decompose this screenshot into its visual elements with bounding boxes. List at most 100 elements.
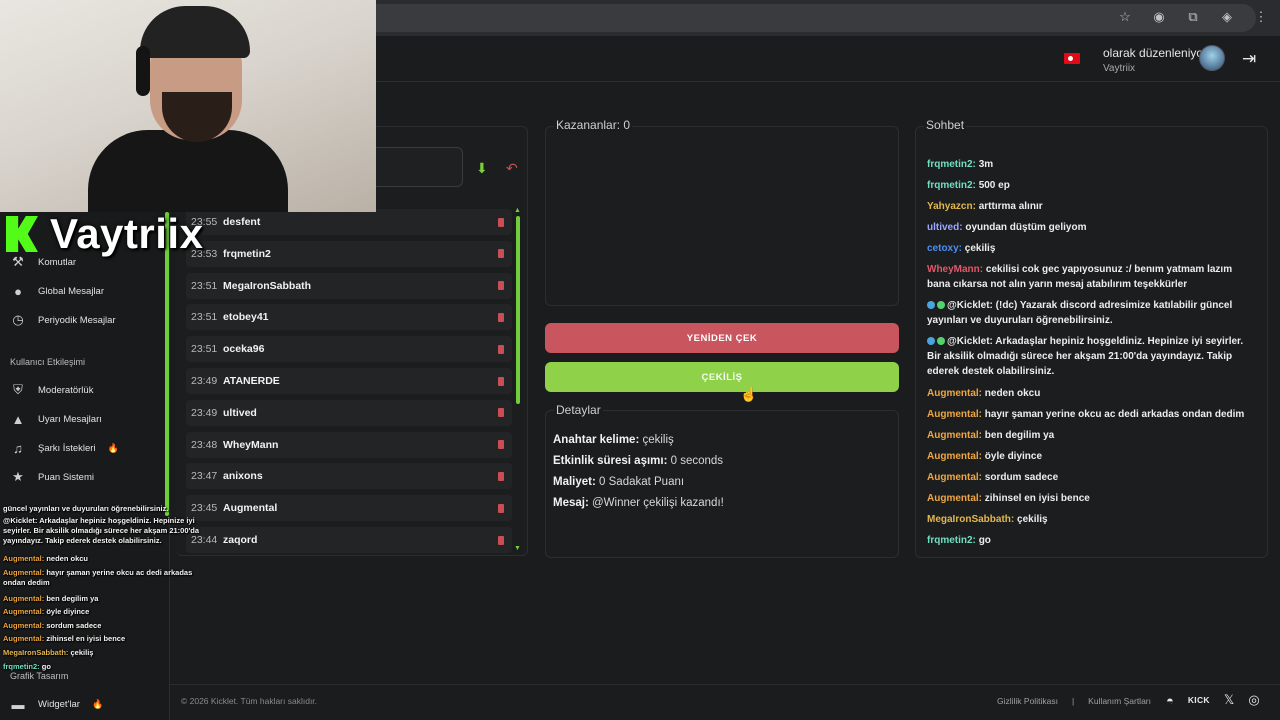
- entry-row: 23:44 zaqord: [186, 527, 512, 553]
- footer: © 2026 Kicklet. Tüm hakları saklıdır. Gi…: [170, 684, 1280, 720]
- x-icon[interactable]: 𝕏: [1224, 692, 1234, 708]
- verified-badge-icon: [937, 301, 945, 310]
- detail-value: çekiliş: [642, 434, 674, 446]
- sidebar-item-widgets[interactable]: ▬ Widget'lar 🔥: [10, 696, 104, 712]
- chat-username: Yahyazcn:: [927, 201, 976, 212]
- webcam-person-body: [88, 130, 288, 212]
- chat-bubble-icon: ●: [14, 283, 22, 299]
- chat-message: frqmetin2: 3m: [927, 157, 1257, 172]
- chat-text: öyle diyince: [984, 451, 1043, 462]
- avatar[interactable]: [1199, 45, 1225, 71]
- sidebar-item-points[interactable]: ★ Puan Sistemi: [10, 469, 94, 485]
- menu-icon[interactable]: ⋮: [1252, 9, 1270, 25]
- entry-username: frqmetin2: [223, 247, 271, 260]
- webcam-person-cap: [140, 6, 250, 58]
- chat-username: WheyMann:: [927, 264, 984, 275]
- delete-entry-icon[interactable]: [498, 217, 504, 227]
- undo-icon[interactable]: ↶: [506, 160, 518, 177]
- delete-entry-icon[interactable]: [498, 344, 504, 354]
- entry-username: oceka96: [223, 343, 265, 356]
- delete-entry-icon[interactable]: [498, 535, 504, 545]
- chat-message: Augmental: zihinsel en iyisi bence: [927, 491, 1257, 506]
- overlay-chat-message: Augmental: zihinsel en iyisi bence: [3, 634, 215, 644]
- chat-text: arttırma alınır: [978, 201, 1043, 212]
- chat-username: frqmetin2:: [927, 180, 976, 191]
- draw-giveaway-button[interactable]: ÇEKİLİŞ: [545, 362, 899, 392]
- overlay-chat-message: Augmental: sordum sadece: [3, 621, 215, 631]
- bot-badge-icon: [927, 301, 935, 310]
- entry-row: 23:48 WheyMann: [186, 431, 512, 458]
- sidebar-item-label: Puan Sistemi: [38, 471, 94, 483]
- entries-scrollbar[interactable]: [516, 216, 520, 404]
- sidebar-item-warnings[interactable]: ▲ Uyarı Mesajları: [10, 411, 102, 427]
- kick-link[interactable]: KICK: [1188, 695, 1210, 705]
- entry-time: 23:51: [191, 311, 218, 324]
- delete-entry-icon[interactable]: [498, 440, 504, 450]
- chat-username: frqmetin2:: [927, 535, 976, 546]
- scroll-up-icon[interactable]: ▲: [514, 207, 521, 214]
- overlay-chat-message: Augmental: ben degilim ya: [3, 594, 215, 604]
- puzzle-icon[interactable]: ⧉: [1184, 9, 1202, 25]
- reroll-button[interactable]: YENİDEN ÇEK: [545, 323, 899, 353]
- sidebar-item-song-requests[interactable]: ♫ Şarkı İstekleri 🔥: [10, 440, 119, 456]
- chat-message: @Kicklet: Arkadaşlar hepiniz hoşgeldiniz…: [927, 334, 1257, 379]
- entry-username: ultived: [223, 406, 257, 419]
- detail-timeout: Etkinlik süresi aşımı: 0 seconds: [553, 455, 723, 467]
- entry-row: 23:51 etobey41: [186, 304, 512, 331]
- delete-entry-icon[interactable]: [498, 281, 504, 291]
- detail-key: Maliyet:: [553, 476, 596, 488]
- discord-icon[interactable]: ◓: [1166, 693, 1174, 708]
- detail-value: 0 Sadakat Puanı: [599, 476, 685, 488]
- clock-icon: ◷: [12, 312, 24, 327]
- delete-entry-icon[interactable]: [498, 376, 504, 386]
- download-icon[interactable]: ⬇: [476, 160, 488, 177]
- delete-entry-icon[interactable]: [498, 471, 504, 481]
- chat-message: Augmental: öyle diyince: [927, 449, 1257, 464]
- delete-entry-icon[interactable]: [498, 249, 504, 259]
- overlay-chat-username: Augmental:: [3, 568, 45, 577]
- entry-time: 23:49: [191, 375, 218, 387]
- details-title: Detaylar: [554, 403, 603, 417]
- browser-toolbar: ☆ ◉ ⧉ ◈ ⋮: [376, 0, 1280, 36]
- sidebar-item-label: Moderatörlük: [38, 384, 94, 396]
- sidebar-item-label: Global Mesajlar: [38, 285, 104, 297]
- entries-search-input[interactable]: [376, 147, 463, 187]
- delete-entry-icon[interactable]: [498, 312, 504, 322]
- webcam-overlay: [0, 0, 376, 212]
- sidebar-item-periodic-messages[interactable]: ◷ Periyodik Mesajlar: [10, 312, 115, 328]
- chat-message: frqmetin2: 500 ep: [927, 178, 1257, 193]
- chat-message: Yahyazcn: arttırma alınır: [927, 199, 1257, 214]
- sidebar-item-global-messages[interactable]: ● Global Mesajlar: [10, 283, 104, 299]
- overlay-chat-message: MegaIronSabbath: çekiliş: [3, 648, 215, 658]
- overlay-chat-text: ben degilim ya: [46, 594, 99, 603]
- entry-username: zaqord: [223, 534, 258, 546]
- webcam-headphone: [136, 46, 150, 96]
- privacy-link[interactable]: Gizlilik Politikası: [997, 696, 1058, 706]
- app-header: olarak düzenleniyor Vaytriix ⇥: [376, 36, 1280, 82]
- turkey-flag-icon[interactable]: [1064, 53, 1080, 64]
- logout-icon[interactable]: ⇥: [1242, 49, 1256, 69]
- chat-message: Augmental: ben degilim ya: [927, 428, 1257, 443]
- entry-time: 23:51: [191, 279, 218, 292]
- overlay-chat-username: Augmental:: [3, 607, 45, 616]
- entry-time: 23:49: [191, 406, 218, 419]
- chat-text: zihinsel en iyisi bence: [984, 493, 1090, 504]
- star-icon[interactable]: ☆: [1116, 9, 1134, 25]
- editing-as-label: olarak düzenleniyor: [1103, 46, 1208, 60]
- winners-panel: [545, 126, 899, 306]
- scroll-down-icon[interactable]: ▼: [514, 545, 521, 552]
- sidebar-item-moderation[interactable]: ⛨ Moderatörlük: [10, 382, 93, 398]
- overlay-chat-text: go: [41, 662, 51, 671]
- chat-message: @Kicklet: (!dc) Yazarak discord adresimi…: [927, 298, 1257, 328]
- delete-entry-icon[interactable]: [498, 408, 504, 418]
- sidebar-section-user-interaction: Kullanıcı Etkileşimi: [10, 357, 86, 367]
- profile-icon[interactable]: ◈: [1218, 9, 1236, 25]
- music-icon: ♫: [13, 440, 23, 456]
- terms-link[interactable]: Kullanım Şartları: [1088, 696, 1151, 706]
- chat-message: MegaIronSabbath: çekiliş: [927, 512, 1257, 527]
- entry-time: 23:47: [191, 470, 218, 483]
- chat-message: WheyMann: cekilisi cok gec yapıyosunuz :…: [927, 262, 1257, 292]
- extensions-icon[interactable]: ◉: [1150, 9, 1168, 25]
- instagram-icon[interactable]: ◎: [1248, 692, 1259, 708]
- delete-entry-icon[interactable]: [498, 503, 504, 513]
